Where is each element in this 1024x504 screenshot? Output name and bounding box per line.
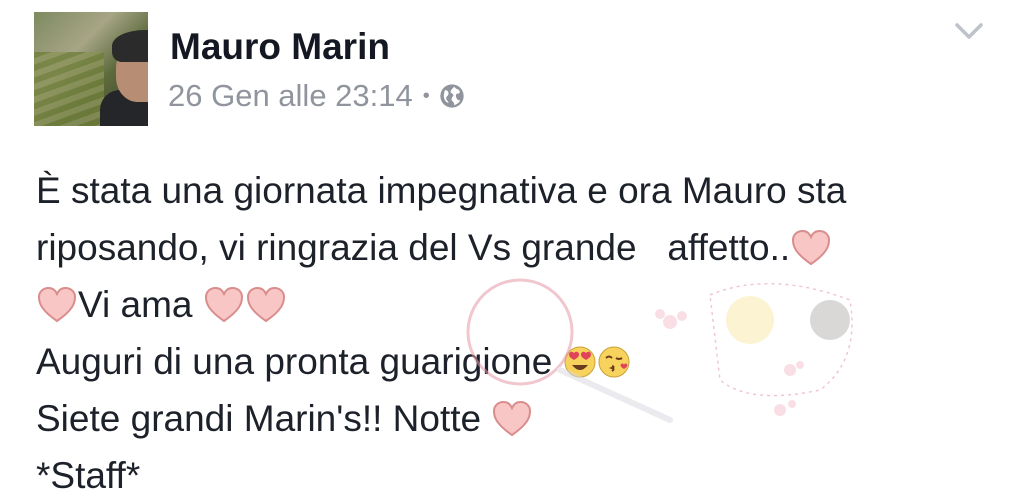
post-meta: 26 Gen alle 23:14 •: [168, 78, 466, 114]
post-text: È stata una giornata impegnativa e ora M…: [36, 170, 847, 211]
post-body: È stata una giornata impegnativa e ora M…: [36, 162, 1006, 504]
post-line: Siete grandi Marin's!! Notte: [36, 390, 1006, 447]
post-text: *Staff*: [36, 455, 141, 496]
avatar-hat: [112, 30, 148, 62]
globe-icon[interactable]: [438, 82, 466, 110]
heart-icon: [204, 286, 243, 322]
heart-icon: [246, 286, 285, 322]
meta-separator: •: [422, 84, 430, 107]
author-name[interactable]: Mauro Marin: [170, 26, 390, 68]
heart-icon: [792, 229, 831, 265]
post-line: Vi ama: [36, 276, 1006, 333]
timestamp[interactable]: 26 Gen alle 23:14: [168, 78, 413, 114]
chevron-down-icon[interactable]: [952, 18, 986, 44]
avatar[interactable]: [34, 12, 148, 126]
post-line: È stata una giornata impegnativa e ora M…: [36, 162, 1006, 219]
post-text: Vi ama: [78, 284, 203, 325]
post-text: Auguri di una pronta guarigione: [36, 341, 563, 382]
post-text: riposando, vi ringrazia del Vs grande af…: [36, 227, 791, 268]
heart-icon: [493, 400, 532, 436]
post-line: Auguri di una pronta guarigione: [36, 333, 1006, 390]
heart-eyes-emoji-icon: [564, 346, 596, 377]
post-line: riposando, vi ringrazia del Vs grande af…: [36, 219, 1006, 276]
kiss-emoji-icon: [598, 346, 630, 377]
avatar-background: [34, 52, 104, 126]
heart-icon: [37, 286, 77, 322]
post-line: *Staff*: [36, 447, 1006, 504]
post-text: Siete grandi Marin's!! Notte: [36, 398, 492, 439]
